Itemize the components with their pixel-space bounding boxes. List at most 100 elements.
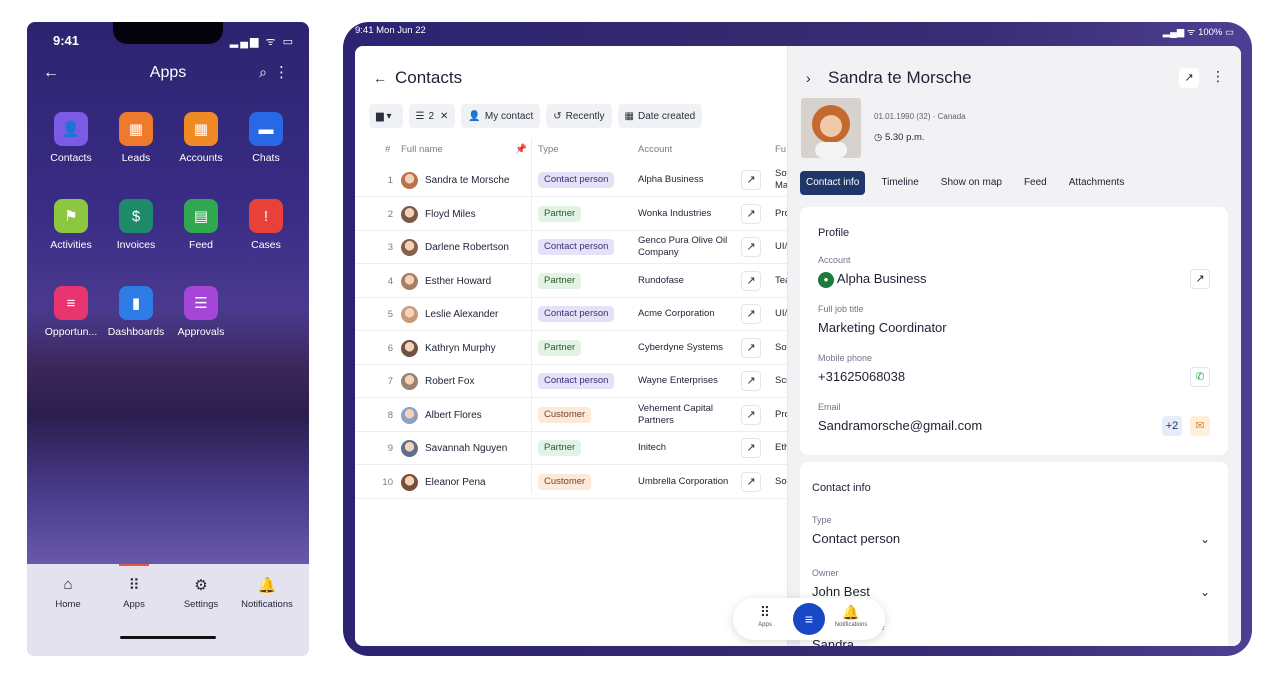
search-icon[interactable]: ⌕: [259, 64, 267, 81]
tab-label: Apps: [123, 599, 145, 610]
app-leads[interactable]: ▦ Leads: [104, 112, 168, 164]
col-header-full-name[interactable]: Full name: [401, 144, 443, 155]
contact-name-cell: Eleanor Pena: [425, 476, 486, 488]
app-invoices[interactable]: $ Invoices: [104, 199, 168, 251]
row-number: 5: [387, 309, 393, 320]
table-row[interactable]: 7 Robert Fox Contact person Wayne Enterpris…: [355, 365, 787, 398]
app-contacts[interactable]: 👤 Contacts: [39, 112, 103, 164]
open-external-icon[interactable]: ↗: [741, 304, 761, 324]
more-vertical-icon[interactable]: ⋮: [274, 63, 289, 81]
chevron-down-icon[interactable]: ⌄: [1200, 532, 1210, 546]
call-icon[interactable]: ✆: [1190, 367, 1210, 387]
app-label: Contacts: [50, 152, 92, 164]
table-row[interactable]: 9 Savannah Nguyen Partner Initech ↗ Eth: [355, 432, 787, 465]
table-row[interactable]: 3 Darlene Robertson Contact person Genco Pu…: [355, 231, 787, 264]
type-badge: Contact person: [538, 373, 615, 389]
mail-icon[interactable]: ✉: [1190, 416, 1210, 436]
full-cell: UI/: [775, 308, 787, 319]
contact-dob-country: 01.01.1990 (32) · Canada: [874, 112, 966, 121]
app-chats[interactable]: ▬ Chats: [234, 112, 298, 164]
account-cell: Wayne Enterprises: [638, 375, 718, 386]
contacts-list-pane: ← Contacts ▆ ▾ ☰ 2 ✕ 👤 My contact ↺ Recently ▦ Da…: [355, 46, 787, 646]
phone-status-icons: ▂▄▆ ᯤ ▭: [229, 36, 295, 48]
chevron-down-icon[interactable]: ⌄: [1200, 585, 1210, 599]
contact-detail-pane: › Sandra te Morsche ↗ ⋮ 01.01.1990 (32) …: [787, 46, 1241, 646]
close-icon[interactable]: ✕: [440, 111, 448, 122]
app-label: Feed: [189, 239, 213, 251]
table-row[interactable]: 4 Esther Howard Partner Rundofase ↗ Tea: [355, 265, 787, 298]
filter-chip-folder[interactable]: ▆ ▾: [369, 104, 403, 128]
app-opportunities[interactable]: ≡ Opportun...: [39, 286, 103, 338]
col-header-type[interactable]: Type: [538, 144, 559, 155]
table-row[interactable]: 6 Kathryn Murphy Partner Cyberdyne Systems ↗…: [355, 332, 787, 365]
app-cases[interactable]: ! Cases: [234, 199, 298, 251]
apps-nav-button[interactable]: ⠿ Apps: [745, 604, 785, 628]
notifications-nav-button[interactable]: 🔔 Notifications: [831, 604, 871, 628]
account-value-row[interactable]: ● Alpha Business: [818, 271, 927, 288]
filter-chip-history[interactable]: ↺ Recently: [546, 104, 612, 128]
open-external-icon[interactable]: ↗: [741, 471, 761, 492]
filter-chip-calendar[interactable]: ▦ Date created: [617, 104, 703, 128]
table-row[interactable]: 10 Eleanor Pena Customer Umbrella Corporati…: [355, 466, 787, 499]
chevron-right-icon[interactable]: ›: [806, 70, 811, 86]
col-header-account[interactable]: Account: [638, 144, 672, 155]
app-approvals[interactable]: ☰ Approvals: [169, 286, 233, 338]
email-extra-count[interactable]: +2: [1162, 416, 1182, 436]
app-activities[interactable]: ⚑ Activities: [39, 199, 103, 251]
full-cell: Eth: [775, 442, 787, 453]
contact-name-cell: Darlene Robertson: [425, 242, 509, 253]
table-row[interactable]: 5 Leslie Alexander Contact person Acme Corp…: [355, 298, 787, 331]
open-external-icon[interactable]: ↗: [741, 270, 761, 291]
filter-chip-person[interactable]: 👤 My contact: [461, 104, 541, 128]
table-row[interactable]: 2 Floyd Miles Partner Wonka Industries ↗ Pro: [355, 198, 787, 231]
contact-name-cell: Kathryn Murphy: [425, 342, 496, 354]
full-cell: Sof: [775, 341, 787, 353]
chats-icon: ▬: [249, 112, 283, 146]
app-accounts[interactable]: ▦ Accounts: [169, 112, 233, 164]
tab-show-on-map[interactable]: Show on map: [935, 171, 1008, 195]
account-label: Account: [818, 255, 851, 265]
email-value: Sandramorsche@gmail.com: [818, 418, 983, 433]
app-dashboards[interactable]: ▮ Dashboards: [104, 286, 168, 338]
open-external-icon[interactable]: ↗: [741, 337, 761, 358]
more-vertical-icon[interactable]: ⋮: [1211, 68, 1225, 85]
folder-icon: ▆ ▾: [376, 110, 392, 122]
account-cell: Genco Pura Olive Oil Company: [638, 235, 728, 258]
account-cell: Acme Corporation: [638, 308, 715, 319]
filter-chip-filter[interactable]: ☰ 2 ✕: [408, 104, 456, 128]
col-header-full[interactable]: Fu: [775, 144, 786, 155]
tab-notifications[interactable]: 🔔 Notifications: [234, 576, 300, 610]
contact-name-cell: Leslie Alexander: [425, 309, 499, 320]
full-cell: Sof Ma: [775, 168, 787, 191]
type-value[interactable]: Contact person: [812, 531, 900, 546]
open-external-icon[interactable]: ↗: [1179, 68, 1199, 88]
contact-name-cell: Floyd Miles: [425, 208, 476, 220]
tab-home[interactable]: ⌂ Home: [35, 576, 101, 610]
tab-feed[interactable]: Feed: [1018, 171, 1053, 195]
pin-icon[interactable]: 📌: [515, 144, 527, 155]
type-label: Type: [812, 515, 832, 525]
back-arrow-icon[interactable]: ←: [373, 70, 387, 86]
tab-attachments[interactable]: Attachments: [1063, 171, 1131, 195]
table-row[interactable]: 1 Sandra te Morsche Contact person Alpha Bu…: [355, 164, 787, 197]
menu-fab-button[interactable]: ≡: [793, 603, 825, 635]
open-external-icon[interactable]: ↗: [741, 438, 761, 458]
open-external-icon[interactable]: ↗: [741, 404, 761, 425]
tab-settings[interactable]: ⚙ Settings: [168, 576, 234, 610]
apps-grid-icon: ⠿: [759, 604, 771, 620]
tab-timeline[interactable]: Timeline: [875, 171, 924, 195]
notifications-nav-label: Notifications: [834, 622, 868, 628]
app-feed[interactable]: ▤ Feed: [169, 199, 233, 251]
open-external-icon[interactable]: ↗: [741, 237, 761, 257]
type-badge: Contact person: [538, 306, 615, 322]
open-external-icon[interactable]: ↗: [741, 371, 761, 391]
tab-apps[interactable]: ⠿ Apps: [101, 576, 167, 610]
tablet-status-time: 9:41 Mon Jun 22: [355, 25, 426, 36]
tab-contact-info[interactable]: Contact info: [800, 171, 866, 195]
table-row[interactable]: 8 Albert Flores Customer Vehement Capital P…: [355, 399, 787, 432]
owner-value[interactable]: John Best: [812, 584, 870, 599]
open-external-icon[interactable]: ↗: [741, 203, 761, 224]
open-external-icon[interactable]: ↗: [741, 170, 761, 190]
avatar: [401, 239, 418, 256]
open-account-icon[interactable]: ↗: [1190, 269, 1210, 289]
